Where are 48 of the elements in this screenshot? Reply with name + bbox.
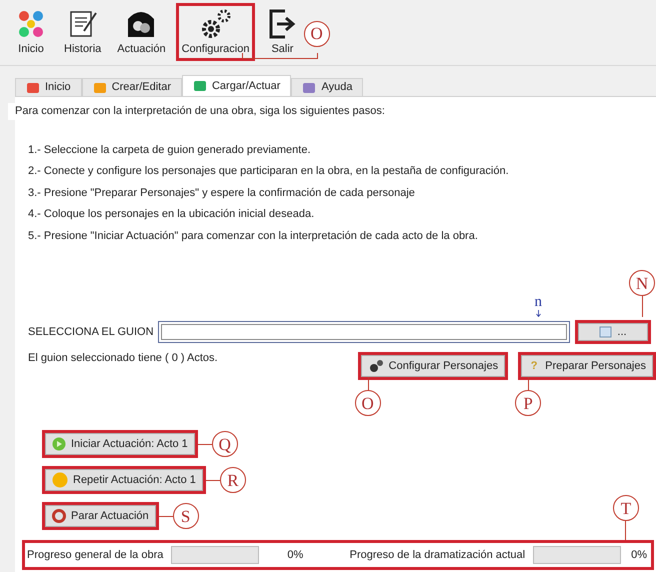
question-icon: ? xyxy=(528,358,540,374)
step-text: 3.- Presione "Preparar Personajes" y espere la confirmación de cada personaje xyxy=(28,186,416,200)
progress-label: Progreso general de la obra xyxy=(27,548,164,563)
input-field[interactable] xyxy=(158,321,570,343)
action-button[interactable]: Configurar Personajes xyxy=(360,355,506,377)
toolbar-button[interactable]: Historia xyxy=(62,6,104,57)
tab-icon xyxy=(192,80,207,92)
progress-reading: 0% xyxy=(631,548,647,563)
callout-letter: Q xyxy=(212,431,238,457)
callout-letter: N xyxy=(629,270,655,296)
toolbar-button[interactable]: Salir xyxy=(263,6,302,57)
callout-letter: P xyxy=(515,390,542,416)
play-icon xyxy=(52,437,66,451)
tab[interactable]: Ayuda xyxy=(291,78,364,96)
step-text: 2.- Conecte y configure los personajes que participaran en la obra, en la pestaña de configuración. xyxy=(28,164,510,179)
tab-icon xyxy=(302,82,316,94)
annotation-marker: n xyxy=(534,295,542,317)
field-label: SELECCIONA EL GUION xyxy=(28,324,155,340)
progress-reading: 0% xyxy=(287,548,304,563)
action-button[interactable]: Iniciar Actuación: Acto 1 xyxy=(45,433,195,455)
tab[interactable]: Cargar/Actuar xyxy=(182,75,292,96)
tab[interactable]: Crear/Editar xyxy=(82,78,182,96)
callout-letter: O xyxy=(354,390,381,416)
leader-line xyxy=(625,521,626,540)
action-button[interactable]: ? Preparar Personajes xyxy=(521,355,653,377)
action-button[interactable]: Parar Actuación xyxy=(45,505,156,527)
callout-letter: R xyxy=(220,467,246,493)
repeat-icon xyxy=(52,472,68,488)
action-button[interactable]: Repetir Actuación: Acto 1 xyxy=(45,469,203,491)
step-text: 4.- Coloque los personajes en la ubicación inicial deseada. xyxy=(28,207,316,222)
arrow-icon xyxy=(536,310,541,317)
toolbar-button[interactable]: Actuación xyxy=(115,6,168,57)
step-text: 1.- Seleccione la carpeta de guion generado previamente. xyxy=(28,142,312,158)
callout-letter: T xyxy=(613,495,639,521)
leader-line xyxy=(642,296,643,317)
toolbar-button[interactable]: Inicio xyxy=(12,6,50,57)
tab-icon xyxy=(92,82,107,94)
tab[interactable]: Inicio xyxy=(15,78,82,96)
toolbar-button[interactable]: Configuracion xyxy=(180,6,252,57)
tab-icon xyxy=(26,82,40,94)
callout-letter: O xyxy=(304,20,330,46)
folder-search-icon xyxy=(599,326,614,338)
browse-button[interactable]: ... xyxy=(578,323,648,341)
progress-label: Progreso de la dramatización actual xyxy=(350,548,526,563)
callout-letter: S xyxy=(172,503,199,529)
acts-info-text: El guion seleccionado tiene ( 0 ) Actos. xyxy=(28,351,218,366)
stop-icon xyxy=(52,509,66,523)
step-text: 5.- Presione "Iniciar Actuación" para comenzar con la interpretación de cada acto de la obra. xyxy=(28,228,479,244)
